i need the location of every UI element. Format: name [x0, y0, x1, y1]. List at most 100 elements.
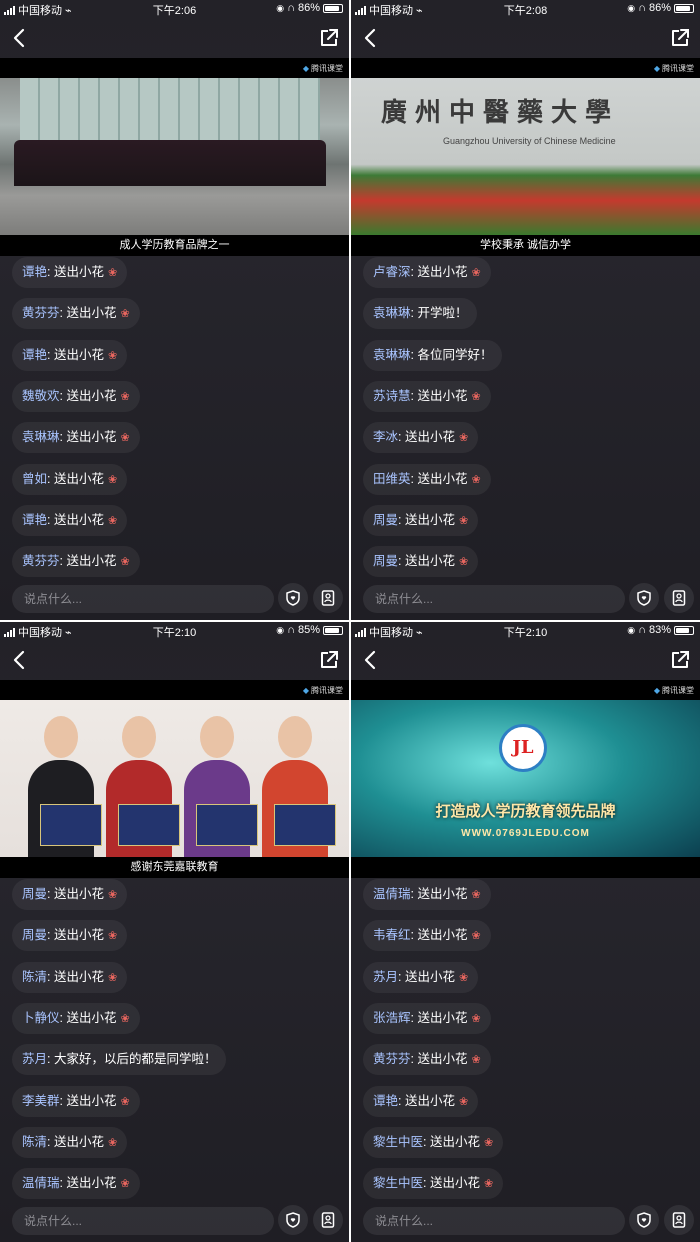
- person-badge-icon: [672, 1212, 686, 1228]
- graduates-crowd: [14, 140, 326, 186]
- video-player[interactable]: ◆ 腾讯课堂 感谢东莞嘉联教育: [0, 680, 349, 878]
- gift-button[interactable]: [629, 583, 659, 613]
- share-button[interactable]: [668, 26, 692, 50]
- battery-icon: [674, 625, 694, 635]
- chat-colon: :: [398, 969, 405, 984]
- headphones-icon: ∩: [287, 624, 295, 636]
- video-player[interactable]: ◆ 腾讯课堂 成人学历教育品牌之一: [0, 58, 349, 256]
- share-icon: [672, 29, 689, 46]
- university-sign-sub: Guangzhou University of Chinese Medicine: [443, 136, 616, 146]
- status-bar: 中国移动 ⌁ 下午2:10 ◉ ∩ 85%: [0, 622, 349, 640]
- phone-panel: 中国移动 ⌁ 下午2:08 ◉ ∩ 86% ◆ 腾讯课堂 廣州中醫藥大學 Guangzhou Un…: [351, 0, 700, 620]
- chat-colon: :: [47, 512, 54, 527]
- flower-icon: ❀: [458, 556, 469, 569]
- share-icon: [321, 651, 338, 668]
- chevron-left-icon: [13, 28, 25, 48]
- chat-sender: 韦春红: [373, 928, 411, 943]
- flower-icon: ❀: [458, 432, 469, 445]
- rotation-lock-icon: ◉: [276, 624, 285, 635]
- input-bar: [0, 582, 349, 616]
- share-icon: [321, 29, 338, 46]
- chat-text: 送出小花: [53, 471, 104, 486]
- person-head: [278, 716, 312, 758]
- chat-text: 送出小花: [429, 1134, 480, 1149]
- phone-panel: 中国移动 ⌁ 下午2:10 ◉ ∩ 85% ◆ 腾讯课堂 感谢东莞嘉联教育 周曼: 送出小花 ❀ 周曼…: [0, 622, 349, 1242]
- status-right: ◉ ∩ 85%: [276, 624, 343, 636]
- comment-input[interactable]: [363, 585, 625, 613]
- chat-message: 张浩辉: 送出小花 ❀: [363, 1002, 491, 1034]
- status-bar: 中国移动 ⌁ 下午2:10 ◉ ∩ 83%: [351, 622, 700, 640]
- building-glass: [20, 78, 320, 140]
- diploma: [118, 804, 180, 846]
- video-header: ◆ 腾讯课堂: [0, 680, 349, 700]
- chat-message: 陈清: 送出小花 ❀: [12, 961, 128, 993]
- gift-button[interactable]: [278, 583, 308, 613]
- status-bar: 中国移动 ⌁ 下午2:08 ◉ ∩ 86%: [351, 0, 700, 18]
- profile-button[interactable]: [664, 583, 694, 613]
- chat-message: 韦春红: 送出小花 ❀: [363, 920, 491, 952]
- chat-text: 送出小花: [53, 887, 104, 901]
- brand-label: 腾讯课堂: [662, 686, 694, 695]
- profile-button[interactable]: [313, 1205, 343, 1235]
- flower-icon: ❀: [471, 473, 481, 486]
- share-button[interactable]: [317, 26, 341, 50]
- university-sign: 廣州中醫藥大學: [381, 98, 620, 128]
- headphones-icon: ∩: [638, 2, 646, 14]
- flower-icon: ❀: [471, 1012, 481, 1025]
- comment-input[interactable]: [12, 1207, 274, 1235]
- jl-logo: JL: [499, 724, 547, 772]
- nav-bar: [351, 20, 700, 58]
- chat-list: 谭艳: 送出小花 ❀ 黄芬芬: 送出小花 ❀ 谭艳: 送出小花 ❀ 魏敬欢: 送出小花 ❀ 袁琳…: [0, 256, 349, 578]
- chat-sender: 黎生中医: [373, 1134, 424, 1149]
- shield-heart-icon: [637, 590, 651, 606]
- tencent-classroom-brand: ◆ 腾讯课堂: [303, 685, 343, 696]
- chat-text: 送出小花: [66, 1176, 117, 1191]
- flower-icon: ❀: [483, 1136, 494, 1149]
- tencent-logo-icon: ◆: [302, 64, 309, 73]
- share-button[interactable]: [668, 648, 692, 672]
- diploma: [40, 804, 102, 846]
- flower-icon: ❀: [471, 267, 481, 279]
- flower-icon: ❀: [458, 514, 469, 527]
- back-button[interactable]: [359, 648, 383, 672]
- back-button[interactable]: [8, 26, 32, 50]
- chat-sender: 温倩瑞: [22, 1176, 60, 1191]
- chat-sender: 苏诗慧: [373, 388, 411, 403]
- chevron-left-icon: [13, 650, 25, 670]
- chat-message: 陈清: 送出小花 ❀: [12, 1126, 128, 1158]
- tencent-classroom-brand: ◆ 腾讯课堂: [654, 685, 694, 696]
- profile-button[interactable]: [664, 1205, 694, 1235]
- chevron-left-icon: [364, 28, 376, 48]
- chat-text: 开学啦！: [417, 306, 468, 321]
- chat-message: 温倩瑞: 送出小花 ❀: [363, 879, 491, 910]
- chat-message: 温倩瑞: 送出小花 ❀: [12, 1168, 140, 1200]
- gift-button[interactable]: [629, 1205, 659, 1235]
- brand-label: 腾讯课堂: [662, 64, 694, 73]
- chat-colon: :: [398, 554, 405, 569]
- chat-message: 苏月: 送出小花 ❀: [363, 961, 479, 993]
- chat-message: 苏月: 大家好，以后的都是同学啦！: [12, 1044, 227, 1076]
- flower-icon: ❀: [107, 1136, 118, 1149]
- profile-button[interactable]: [313, 583, 343, 613]
- headphones-icon: ∩: [287, 2, 295, 14]
- chat-text: 各位同学好！: [417, 347, 493, 362]
- chat-text: 送出小花: [417, 887, 468, 901]
- back-button[interactable]: [359, 26, 383, 50]
- gift-button[interactable]: [278, 1205, 308, 1235]
- chat-sender: 苏月: [22, 1052, 48, 1067]
- chat-text: 送出小花: [417, 1052, 468, 1067]
- back-button[interactable]: [8, 648, 32, 672]
- video-player[interactable]: ◆ 腾讯课堂 廣州中醫藥大學 Guangzhou University of Chin…: [351, 58, 700, 256]
- chat-message: 田维英: 送出小花 ❀: [363, 463, 491, 495]
- comment-input[interactable]: [12, 585, 274, 613]
- chat-message: 黎生中医: 送出小花 ❀: [363, 1168, 504, 1200]
- chat-text: 送出小花: [53, 928, 104, 943]
- battery-percent: 83%: [648, 624, 671, 636]
- jl-logo-text: JL: [512, 737, 534, 758]
- flower-icon: ❀: [120, 432, 130, 445]
- share-button[interactable]: [317, 648, 341, 672]
- chat-message: 李冰: 送出小花 ❀: [363, 422, 479, 454]
- comment-input[interactable]: [363, 1207, 625, 1235]
- person-head: [200, 716, 234, 758]
- video-player[interactable]: ◆ 腾讯课堂 JL 打造成人学历教育领先品牌 WWW.0769JLEDU.COM: [351, 680, 700, 878]
